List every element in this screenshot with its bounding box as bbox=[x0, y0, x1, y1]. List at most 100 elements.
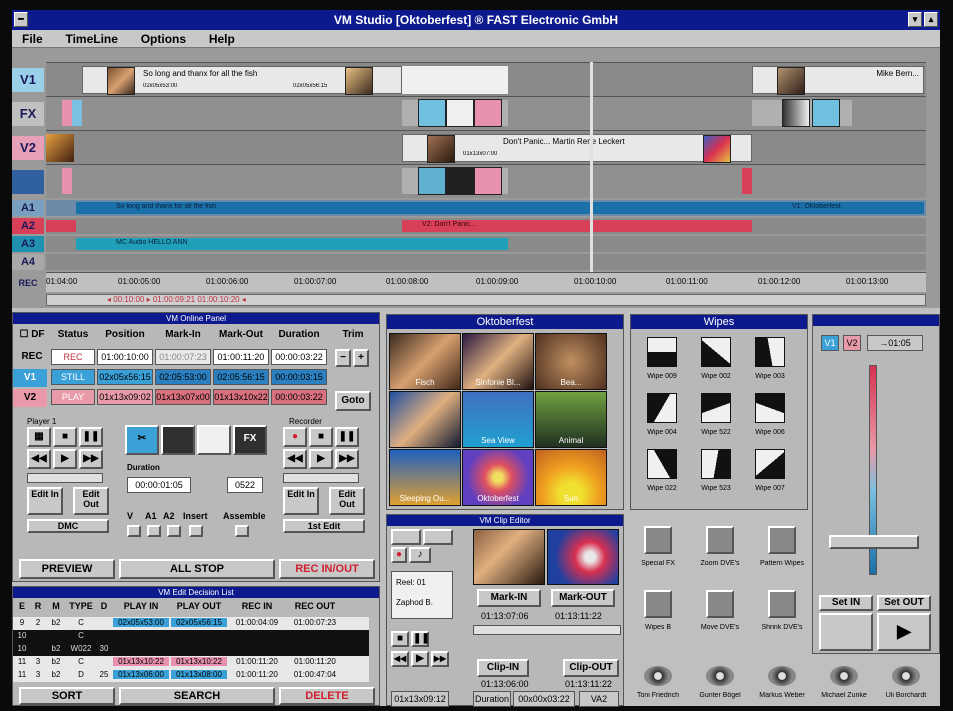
menu-file[interactable]: File bbox=[12, 30, 53, 48]
mark-in-button[interactable]: Mark-IN bbox=[477, 589, 541, 607]
menu-options[interactable]: Options bbox=[131, 30, 196, 48]
set-out-button[interactable]: Set OUT bbox=[877, 595, 931, 611]
bin-clip-thumbnail[interactable]: Fisch bbox=[389, 333, 461, 390]
fast-forward-icon[interactable]: ▶▶ bbox=[431, 651, 449, 667]
wipe-item[interactable]: Wipe 007 bbox=[745, 447, 795, 501]
fx-transition[interactable] bbox=[752, 99, 852, 127]
wipe-item[interactable]: Wipe 009 bbox=[637, 335, 687, 389]
edl-row[interactable]: 10 b2 W022 30 bbox=[13, 643, 369, 656]
key-marker[interactable] bbox=[62, 168, 72, 194]
bin-clip-thumbnail[interactable]: Oktoberfest bbox=[462, 449, 534, 506]
pause-icon[interactable]: ❚❚ bbox=[411, 631, 430, 647]
first-edit-button[interactable]: 1st Edit bbox=[283, 519, 365, 533]
clip-v1-right[interactable]: Mike Bern... bbox=[752, 66, 924, 95]
playhead[interactable] bbox=[590, 62, 593, 272]
edl-row[interactable]: 9 2 b2 C 02x05x53:00 02x05x56:15 01:00:04:09 01… bbox=[13, 617, 369, 630]
bin-clip-thumbnail[interactable]: Bea... bbox=[535, 333, 607, 390]
rewind-icon[interactable]: ◀◀ bbox=[27, 449, 51, 469]
rec-edit-in-button[interactable]: Edit In bbox=[283, 487, 319, 515]
tape-icon[interactable] bbox=[423, 529, 453, 545]
effect-item[interactable]: Special FX bbox=[628, 522, 688, 582]
rec-inout-button[interactable]: REC IN/OUT bbox=[279, 559, 375, 579]
wipe-item[interactable]: Wipe 522 bbox=[691, 391, 741, 445]
fx-marker[interactable] bbox=[62, 100, 72, 126]
wipe-item[interactable]: Wipe 022 bbox=[637, 447, 687, 501]
v-checkbox[interactable] bbox=[127, 525, 141, 537]
preview-button[interactable]: PREVIEW bbox=[19, 559, 115, 579]
markout-v2[interactable]: 01x13x10x22 bbox=[213, 389, 269, 405]
a2-checkbox[interactable] bbox=[167, 525, 181, 537]
clip-v1[interactable]: So long and thanx for all the fish 02x05… bbox=[82, 66, 402, 95]
track-label-key[interactable] bbox=[12, 170, 44, 194]
effect-item[interactable]: Zoom DVE's bbox=[690, 522, 750, 582]
mixer-v2-button[interactable]: V2 bbox=[843, 335, 861, 351]
position-v2[interactable]: 01x13x09:02 bbox=[97, 389, 153, 405]
record-icon[interactable]: ● bbox=[283, 427, 307, 447]
duration-input[interactable]: 00:00:01:05 bbox=[127, 477, 191, 493]
edl-row[interactable]: 11 3 b2 C 01x13x10:22 01x13x10:22 01:00:11:20 0… bbox=[13, 656, 369, 669]
track-label-a1[interactable]: A1 bbox=[12, 200, 44, 216]
bin-clip-thumbnail[interactable]: Sea View bbox=[462, 391, 534, 448]
scissors-icon[interactable]: ✂ bbox=[125, 425, 159, 455]
insert-checkbox[interactable] bbox=[189, 525, 203, 537]
play-icon[interactable]: ▶ bbox=[411, 651, 429, 667]
fx-transition[interactable] bbox=[402, 99, 508, 127]
markout-rec[interactable]: 01:00:11:20 bbox=[213, 349, 269, 365]
play-icon[interactable]: ▶ bbox=[309, 449, 333, 469]
number-input[interactable]: 0522 bbox=[227, 477, 263, 493]
position-v1[interactable]: 02x05x56:15 bbox=[97, 369, 153, 385]
mixer-fader-handle[interactable] bbox=[829, 535, 919, 549]
markout-v1[interactable]: 02:05:56:15 bbox=[213, 369, 269, 385]
time-ruler[interactable]: 01:04:00 01:00:05:00 01:00:06:00 01:00:0… bbox=[46, 272, 926, 292]
user-item[interactable]: Michael Zunke bbox=[814, 662, 874, 706]
effect-item[interactable]: Wipes B bbox=[628, 586, 688, 646]
a1-checkbox[interactable] bbox=[147, 525, 161, 537]
sort-button[interactable]: SORT bbox=[19, 687, 115, 705]
trim-plus-button[interactable]: + bbox=[353, 349, 369, 367]
clip-blank[interactable] bbox=[402, 66, 508, 94]
clip-a1-right[interactable]: V1: Oktoberfest bbox=[752, 202, 924, 214]
edl-row[interactable]: 10 C bbox=[13, 630, 369, 643]
clip-out-button[interactable]: Clip-OUT bbox=[563, 659, 619, 677]
track-label-v1[interactable]: V1 bbox=[12, 68, 44, 92]
audio-icon[interactable]: ♪ bbox=[409, 547, 431, 563]
clip-scrub-slider[interactable] bbox=[473, 625, 621, 635]
system-menu-icon[interactable]: ━ bbox=[14, 12, 28, 27]
goto-button[interactable]: Goto bbox=[335, 391, 371, 411]
position-rec[interactable]: 01:00:10:00 bbox=[97, 349, 153, 365]
wipe-item[interactable]: Wipe 523 bbox=[691, 447, 741, 501]
clip-a2[interactable] bbox=[46, 220, 76, 232]
duration-v1[interactable]: 00:00:03:15 bbox=[271, 369, 327, 385]
tape-icon[interactable] bbox=[391, 529, 421, 545]
stop-icon[interactable]: ■ bbox=[309, 427, 333, 447]
mark-out-button[interactable]: Mark-OUT bbox=[551, 589, 615, 607]
effect-item[interactable]: Shrink DVE's bbox=[752, 586, 812, 646]
wipe-icon[interactable] bbox=[197, 425, 231, 455]
edit-in-button[interactable]: Edit In bbox=[27, 487, 63, 515]
user-item[interactable]: Markus Weber bbox=[752, 662, 812, 706]
wipe-item[interactable]: Wipe 004 bbox=[637, 391, 687, 445]
stop-icon[interactable]: ■ bbox=[391, 631, 409, 647]
fast-forward-icon[interactable]: ▶▶ bbox=[79, 449, 103, 469]
rewind-icon[interactable]: ◀◀ bbox=[283, 449, 307, 469]
effect-item[interactable]: Pattern Wipes bbox=[752, 522, 812, 582]
fx-marker[interactable] bbox=[72, 100, 82, 126]
track-a4[interactable] bbox=[46, 254, 926, 270]
fast-forward-icon[interactable]: ▶▶ bbox=[335, 449, 359, 469]
menu-timeline[interactable]: TimeLine bbox=[55, 30, 127, 48]
minimize-icon[interactable]: ▾ bbox=[908, 12, 922, 27]
delete-button[interactable]: DELETE bbox=[279, 687, 375, 705]
play-transition-icon[interactable]: ▶ bbox=[877, 613, 931, 651]
clip-v2[interactable]: Don't Panic... Martin Rene Leckert 01x13… bbox=[402, 134, 752, 163]
trim-minus-button[interactable]: − bbox=[335, 349, 351, 367]
rewind-icon[interactable]: ◀◀ bbox=[391, 651, 409, 667]
dmc-button[interactable]: DMC bbox=[27, 519, 109, 533]
bin-clip-thumbnail[interactable]: Sleeping Ou... bbox=[389, 449, 461, 506]
track-label-a2[interactable]: A2 bbox=[12, 218, 44, 234]
bin-clip-thumbnail[interactable] bbox=[389, 391, 461, 448]
set-in-button[interactable]: Set IN bbox=[819, 595, 873, 611]
clip-a1[interactable]: So long and thanx for all the fish bbox=[76, 202, 752, 214]
markin-v2[interactable]: 01x13x07x00 bbox=[155, 389, 211, 405]
duration-rec[interactable]: 00:00:03:22 bbox=[271, 349, 327, 365]
user-item[interactable]: Toni Friedrich bbox=[628, 662, 688, 706]
